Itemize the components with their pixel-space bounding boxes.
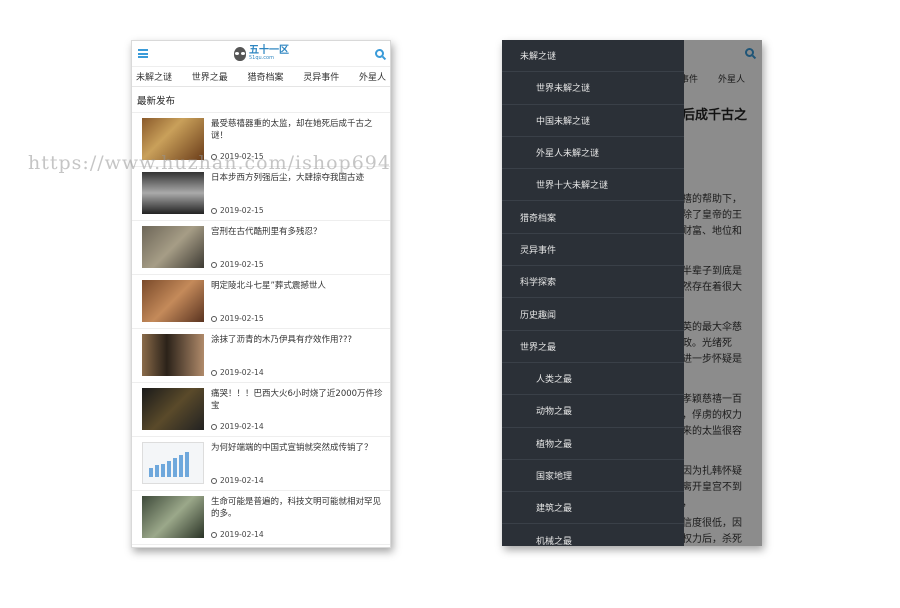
post-date-text: 2019-02-15 [220,206,264,215]
drawer-menu-item[interactable]: 猎奇档案 [502,201,684,234]
top-bar: 五十一区 51qu.com [132,41,390,67]
post-date: 2019-02-14 [211,476,383,485]
post-thumbnail[interactable] [142,388,204,430]
post-title[interactable]: 宫刑在古代酷刑里有多残忍？ [211,226,383,238]
thumbnail-chart-bar [167,461,171,477]
post-title[interactable]: 生命可能是普遍的，科技文明可能就相对罕见的多。 [211,496,383,520]
post-thumbnail[interactable] [142,226,204,268]
stage: 五十一区 51qu.com 未解之谜 世界之最 猎奇档案 灵异事件 外星人 最新… [0,0,900,608]
post-date: 2019-02-15 [211,260,383,269]
thumbnail-chart-bar [185,452,189,477]
clock-icon [211,315,217,322]
category-tabs: 未解之谜 世界之最 猎奇档案 灵异事件 外星人 [132,67,390,87]
post-date: 2019-02-14 [211,368,383,377]
tab-curiosity-files[interactable]: 猎奇档案 [247,70,283,83]
post-thumbnail[interactable] [142,334,204,376]
post-thumbnail[interactable] [142,172,204,214]
post-list: 最受慈禧器重的太监，却在她死后成千古之谜！ 2019-02-15 日本步西方列强后尘… [132,113,390,545]
post-thumbnail[interactable] [142,442,204,484]
post-date-text: 2019-02-14 [220,368,264,377]
post-date: 2019-02-15 [211,314,383,323]
drawer-submenu-item[interactable]: 中国未解之谜 [502,105,684,137]
drawer-submenu-item[interactable]: 世界未解之谜 [502,72,684,105]
search-icon[interactable] [375,49,384,58]
post-date-text: 2019-02-15 [220,260,264,269]
post-item[interactable]: 宫刑在古代酷刑里有多残忍？ 2019-02-15 [132,221,390,275]
thumbnail-chart-bar [179,454,183,477]
post-title[interactable]: 明定陵北斗七星”葬式震撼世人 [211,280,383,292]
post-thumbnail[interactable] [142,496,204,538]
drawer-submenu-item[interactable]: 机械之最 [502,524,684,546]
drawer-menu-item[interactable]: 灵异事件 [502,234,684,267]
mobile-drawer-screen: 事件 外星人 后成千古之 禧的帮助下， 除了皇帝的王 财富、地位和 半辈子到底是 然存在… [502,40,762,546]
drawer-menu-item[interactable]: 历史趣闻 [502,298,684,331]
thumbnail-chart-bar [161,464,165,477]
drawer-submenu-item[interactable]: 建筑之最 [502,492,684,525]
tab-paranormal[interactable]: 灵异事件 [303,70,339,83]
post-date: 2019-02-14 [211,422,383,431]
drawer-submenu-item[interactable]: 国家地理 [502,460,684,493]
post-title[interactable]: 涂抹了沥青的木乃伊具有疗效作用??? [211,334,383,346]
tab-aliens[interactable]: 外星人 [359,70,386,83]
thumbnail-chart-bar [149,467,153,477]
drawer-menu-item[interactable]: 科学探索 [502,266,684,299]
post-title[interactable]: 最受慈禧器重的太监，却在她死后成千古之谜！ [211,118,383,142]
post-item[interactable]: 生命可能是普遍的，科技文明可能就相对罕见的多。 2019-02-14 [132,491,390,545]
post-item[interactable]: 日本步西方列强后尘，大肆掠夺我国古迹 2019-02-15 [132,167,390,221]
post-date-text: 2019-02-14 [220,530,264,539]
post-title[interactable]: 痛哭！！！巴西大火6小时烧了近2000万件珍宝 [211,388,383,412]
clock-icon [211,423,217,430]
thumbnail-chart-bar [155,465,159,477]
post-item[interactable]: 涂抹了沥青的木乃伊具有疗效作用??? 2019-02-14 [132,329,390,383]
watermark-text: https://www.huzhan.com/ishop694 [28,152,391,174]
post-date-text: 2019-02-14 [220,422,264,431]
clock-icon [211,369,217,376]
navigation-drawer: 未解之谜 世界未解之谜 中国未解之谜 外星人未解之谜 世界十大未解之谜 猎奇档案 灵异事件科… [502,40,684,546]
thumbnail-chart-bar [173,457,177,477]
drawer-submenu-item[interactable]: 世界十大未解之谜 [502,169,684,202]
drawer-submenu-item[interactable]: 植物之最 [502,428,684,460]
site-logo[interactable]: 五十一区 51qu.com [234,46,289,61]
post-thumbnail[interactable] [142,280,204,322]
hamburger-menu-icon[interactable] [138,49,148,58]
drawer-menu-item[interactable]: 世界之最 [502,331,684,363]
post-item[interactable]: 为何好端端的中国式宣销就突然成传销了？ 2019-02-14 [132,437,390,491]
post-title[interactable]: 为何好端端的中国式宣销就突然成传销了？ [211,442,383,454]
section-title: 最新发布 [132,87,390,113]
drawer-submenu-item[interactable]: 动物之最 [502,395,684,428]
post-date: 2019-02-15 [211,206,383,215]
clock-icon [211,477,217,484]
drawer-submenu-item[interactable]: 人类之最 [502,363,684,396]
tab-world-records[interactable]: 世界之最 [192,70,228,83]
clock-icon [211,261,217,268]
post-item[interactable]: 痛哭！！！巴西大火6小时烧了近2000万件珍宝 2019-02-14 [132,383,390,437]
post-item[interactable]: 明定陵北斗七星”葬式震撼世人 2019-02-15 [132,275,390,329]
post-date-text: 2019-02-14 [220,476,264,485]
drawer-submenu-item[interactable]: 外星人未解之谜 [502,137,684,170]
drawer-menu-item[interactable]: 未解之谜 [502,40,684,73]
clock-icon [211,207,217,214]
mobile-home-screen: 五十一区 51qu.com 未解之谜 世界之最 猎奇档案 灵异事件 外星人 最新… [131,40,391,548]
tab-unsolved-mysteries[interactable]: 未解之谜 [136,70,172,83]
logo-domain: 51qu.com [249,55,274,61]
clock-icon [211,531,217,538]
post-date: 2019-02-14 [211,530,383,539]
alien-logo-icon [234,46,246,61]
post-date-text: 2019-02-15 [220,314,264,323]
